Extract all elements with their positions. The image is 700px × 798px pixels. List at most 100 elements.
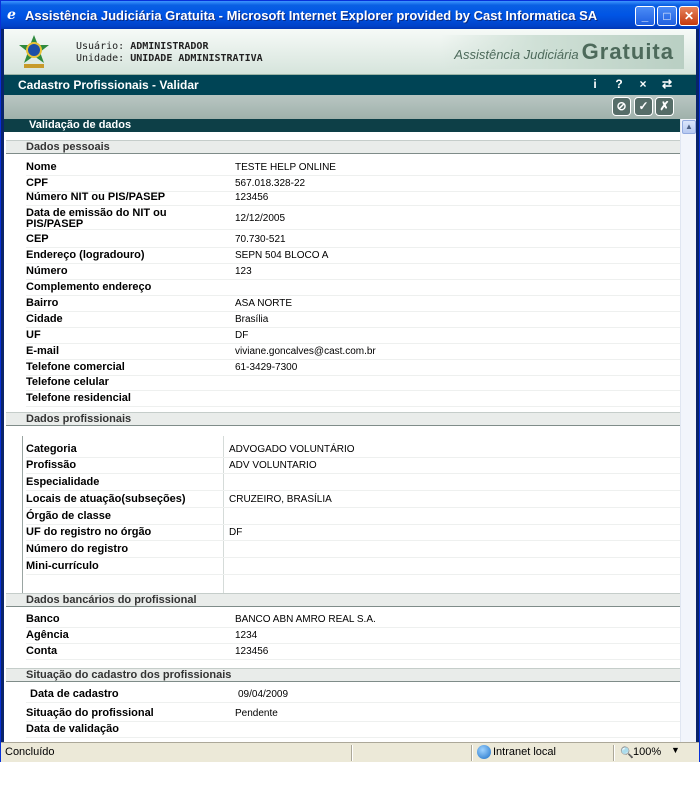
field-label: Telefone comercial [26,361,125,373]
field-value: ADV VOLUNTARIO [229,460,317,471]
field-row: Profissão ADV VOLUNTARIO [6,458,680,474]
brazil-coat-of-arms-icon [19,35,49,68]
field-label: UF [26,329,41,341]
scroll-up-icon[interactable]: ▲ [682,120,696,134]
close-module-icon[interactable]: × [636,77,650,93]
field-label: Número do registro [26,543,129,555]
field-row: UF DF [6,328,680,344]
field-row: Conta 123456 [6,644,680,660]
field-label: Endereço (logradouro) [26,249,145,261]
minimize-button[interactable]: _ [635,6,655,26]
chevron-down-icon[interactable]: ▼ [671,745,680,755]
field-value: 123456 [235,646,269,657]
group-bank-data: Dados bancários do profissional [6,593,680,607]
close-button[interactable]: ✕ [679,6,699,26]
field-label: Situação do profissional [26,707,154,719]
field-row: Número 123 [6,264,680,280]
field-row: Especialidade [6,475,680,491]
field-value: CRUZEIRO, BRASÍLIA [229,494,332,505]
field-label: Data de validação [26,723,119,735]
app-brand-logo: Assistência Judiciária Gratuita [440,35,684,69]
action-toolbar: ⊘ ✓ ✗ [4,95,696,119]
field-row: Número do registro [6,542,680,558]
field-label: Data de cadastro [30,688,119,700]
field-row: Bairro ASA NORTE [6,296,680,312]
field-label: Profissão [26,459,77,471]
field-value: DF [235,330,249,341]
field-value: ADVOGADO VOLUNTÁRIO [229,444,355,455]
field-row: Data de emissão do NIT ou PIS/PASEP 12/12… [6,206,680,230]
user-label: Usuário: [76,41,125,52]
info-icon[interactable]: i [588,77,602,93]
internet-explorer-icon: e [7,7,16,23]
form-content: Dados pessoais Nome TESTE HELP ONLINE CPF… [4,132,680,742]
field-label: Número NIT ou PIS/PASEP [26,191,166,203]
field-row: Órgão de classe [6,509,680,525]
help-icon[interactable]: ? [612,77,626,93]
field-row: Data de cadastro 09/04/2009 [6,687,680,703]
field-value: 1234 [235,630,258,641]
field-row: Banco BANCO ABN AMRO REAL S.A. [6,612,680,628]
switch-icon[interactable]: ⇄ [660,77,674,93]
field-label: Número [26,265,68,277]
field-label: Banco [26,613,60,625]
field-label: CEP [26,233,49,245]
field-value: 123456 [235,192,269,203]
security-zone: Intranet local [493,746,556,758]
field-label: Nome [26,161,57,173]
field-label: Mini-currículo [26,560,99,572]
app-header: Usuário: ADMINISTRADOR Unidade: UNIDADE … [4,29,696,75]
field-label: Complemento endereço [26,281,152,293]
field-label: UF do registro no órgão [26,526,152,538]
field-label: Categoria [26,443,77,455]
field-row: Complemento endereço [6,280,680,296]
field-row: Número NIT ou PIS/PASEP 123456 [6,190,680,206]
field-row: Endereço (logradouro) SEPN 504 BLOCO A [6,248,680,264]
browser-content: Usuário: ADMINISTRADOR Unidade: UNIDADE … [4,29,696,742]
field-row: Nome TESTE HELP ONLINE [6,160,680,176]
title-bar[interactable]: e Assistência Judiciária Gratuita - Micr… [1,1,699,29]
field-value: 567.018.328-22 [235,178,306,189]
field-value: SEPN 504 BLOCO A [235,250,329,261]
maximize-button[interactable]: □ [657,6,677,26]
cancel-button[interactable]: ⊘ [612,97,631,116]
field-label: Agência [26,629,69,641]
field-label: CPF [26,177,48,189]
field-value: BANCO ABN AMRO REAL S.A. [235,614,376,625]
status-text: Concluído [5,746,55,758]
field-value: TESTE HELP ONLINE [235,162,336,173]
vertical-scrollbar[interactable]: ▲ ▼ [680,119,696,742]
field-label: Órgão de classe [26,510,111,522]
field-row: Telefone celular [6,375,680,391]
field-value: DF [229,527,243,538]
browser-window: e Assistência Judiciária Gratuita - Micr… [0,0,700,762]
field-value: viviane.goncalves@cast.com.br [235,346,376,357]
page-title: Cadastro Profissionais - Validar [18,78,199,92]
reject-button[interactable]: ✗ [655,97,674,116]
field-label: Telefone celular [26,376,109,388]
intranet-globe-icon [477,745,491,759]
field-label: Bairro [26,297,59,309]
module-bar: Cadastro Profissionais - Validar i ? × ⇄ [4,75,696,95]
field-row: Data de validação [6,722,680,738]
status-bar: Concluído Intranet local 🔍 100% ▼ [1,742,699,762]
field-value: ASA NORTE [235,298,293,309]
field-row: Cidade Brasília [6,312,680,328]
field-row: Telefone comercial 61-3429-7300 [6,360,680,376]
field-value: 70.730-521 [235,234,286,245]
field-value: Pendente [235,708,278,719]
field-row: Categoria ADVOGADO VOLUNTÁRIO [6,442,680,458]
field-value: 09/04/2009 [238,689,289,700]
field-row: UF do registro no órgão DF [6,525,680,541]
section-title: Validação de dados [4,119,680,132]
zoom-icon[interactable]: 🔍 [620,746,634,759]
field-row: Telefone residencial [6,391,680,407]
field-label: E-mail [26,345,60,357]
user-info: Usuário: ADMINISTRADOR Unidade: UNIDADE … [76,41,263,65]
field-label: Cidade [26,313,63,325]
group-registration-status: Situação do cadastro dos profissionais [6,668,680,682]
zoom-level[interactable]: 100% [633,746,661,758]
validate-button[interactable]: ✓ [634,97,653,116]
field-value: 123 [235,266,252,277]
field-row: CEP 70.730-521 [6,232,680,248]
